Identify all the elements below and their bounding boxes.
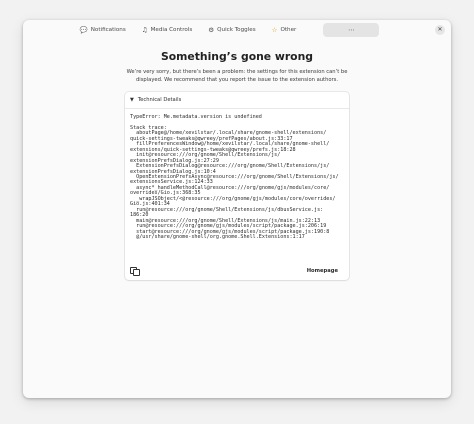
other-star-icon: ☆ [271,25,278,34]
tab-quick-toggles[interactable]: ⚙ Quick Toggles [205,23,258,37]
more-icon: ⋯ [348,25,355,34]
tab-about[interactable]: ⋯ [323,23,380,37]
technical-details-card: ▼ Technical Details TypeError: Me.metada… [125,92,349,280]
tab-quick-toggles-label: Quick Toggles [217,27,256,33]
expander-down-icon: ▼ [130,97,134,103]
tab-other[interactable]: ☆ Other [269,23,300,37]
details-footer: Homepage [125,262,349,280]
close-button[interactable]: ✕ [435,25,445,35]
notifications-icon: 💬 [79,25,88,34]
extension-prefs-window: 💬 Notifications ♫ Media Controls ⚙ Quick… [23,20,451,398]
quick-toggles-icon: ⚙ [208,25,215,34]
media-controls-icon: ♫ [141,25,148,34]
header-bar: 💬 Notifications ♫ Media Controls ⚙ Quick… [23,20,451,40]
error-title: Something’s gone wrong [160,50,314,63]
copy-icon[interactable] [130,266,140,276]
tab-notifications-label: Notifications [90,27,126,33]
tab-other-label: Other [280,27,297,33]
error-description: We’re very sorry, but there’s been a pro… [126,69,348,83]
tab-media-controls-label: Media Controls [150,27,193,33]
homepage-button[interactable]: Homepage [303,265,342,277]
tab-notifications[interactable]: 💬 Notifications [77,23,129,37]
error-log-text: TypeError: Me.metadata.version is undefi… [130,114,339,240]
tab-media-controls[interactable]: ♫ Media Controls [139,23,196,37]
view-switcher: 💬 Notifications ♫ Media Controls ⚙ Quick… [77,23,380,37]
technical-details-expander[interactable]: ▼ Technical Details [125,92,349,109]
technical-details-label: Technical Details [137,97,182,103]
